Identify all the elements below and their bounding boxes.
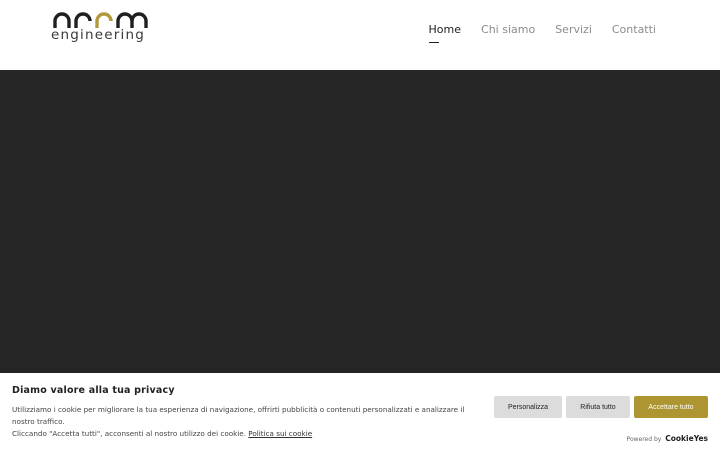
accept-all-button[interactable]: Accettare tutto	[634, 396, 708, 418]
cookie-banner: Diamo valore alla tua privacy Utilizziam…	[0, 373, 720, 450]
cookie-text-line1: Utilizziamo i cookie per migliorare la t…	[12, 405, 465, 426]
nav-item-chi-siamo[interactable]: Chi siamo	[481, 23, 535, 37]
logo-subtitle: engineering	[51, 27, 145, 43]
nav-item-label: Contatti	[611, 23, 656, 36]
customize-button[interactable]: Personalizza	[494, 396, 562, 418]
cookie-text-line2: Cliccando "Accetta tutti", acconsenti al…	[12, 429, 246, 438]
hero-section	[0, 70, 720, 375]
main-nav: Home Chi siamo Servizi Contatti	[428, 23, 656, 43]
powered-by-label: Powered by	[626, 436, 662, 443]
nav-item-contatti[interactable]: Contatti	[612, 23, 656, 37]
cookie-banner-text: Utilizziamo i cookie per migliorare la t…	[12, 404, 487, 440]
reject-all-button[interactable]: Rifiuta tutto	[566, 396, 630, 418]
nav-item-label: Home	[428, 23, 462, 36]
site-header: engineering Home Chi siamo Servizi Conta…	[0, 0, 720, 70]
nav-item-label: Servizi	[555, 23, 592, 36]
nav-item-home[interactable]: Home	[428, 23, 462, 43]
cookie-policy-link[interactable]: Politica sui cookie	[248, 429, 312, 438]
active-indicator	[428, 41, 439, 43]
site-logo[interactable]: engineering	[51, 10, 151, 46]
powered-by: Powered by CookieYes	[627, 434, 708, 443]
cookie-banner-title: Diamo valore alla tua privacy	[12, 385, 175, 396]
nav-item-servizi[interactable]: Servizi	[555, 23, 592, 37]
nav-item-label: Chi siamo	[481, 23, 536, 36]
cookieyes-logo: CookieYes	[665, 434, 708, 443]
